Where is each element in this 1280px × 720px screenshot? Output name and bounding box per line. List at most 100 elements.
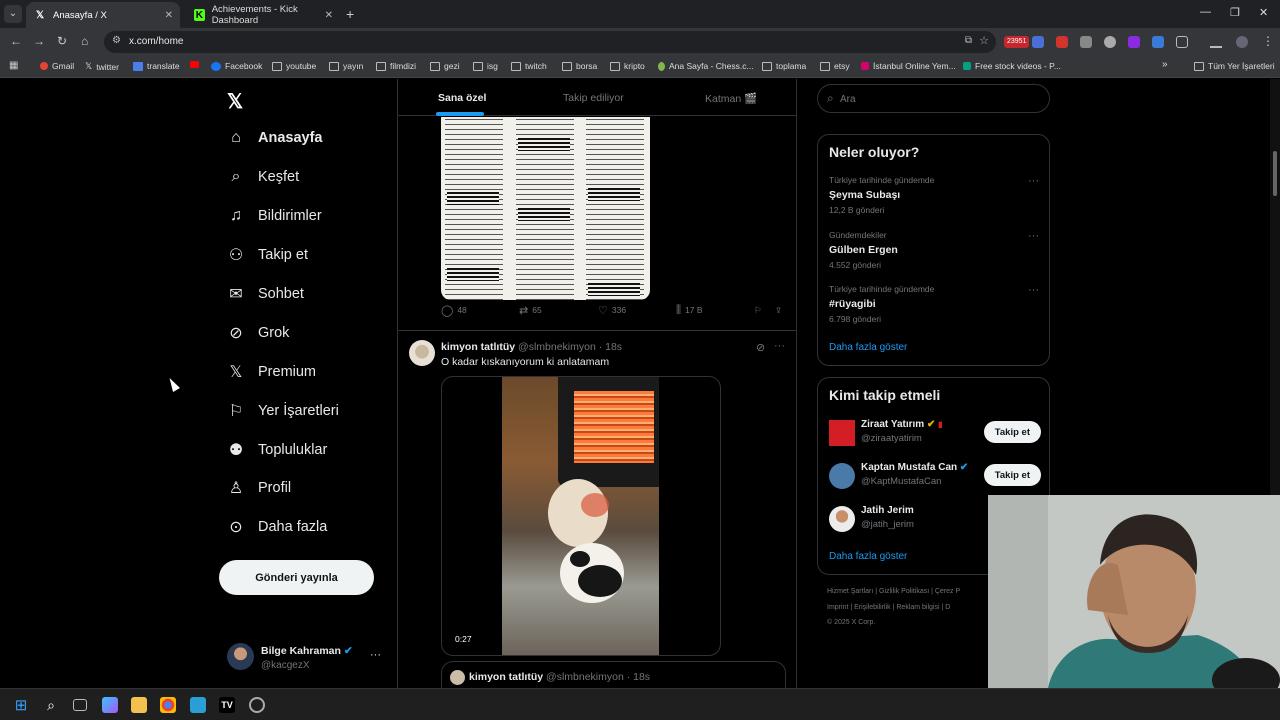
menu-kebab-icon[interactable]: ⋮: [1262, 34, 1274, 48]
footer-links[interactable]: Imprint | Erişilebilirlik | Reklam bilgi…: [827, 604, 950, 611]
back-icon[interactable]: ←: [10, 34, 22, 48]
avatar[interactable]: [409, 340, 435, 366]
star-icon[interactable]: ☆: [979, 34, 989, 47]
bookmark-tweet-icon[interactable]: ⚐: [754, 305, 762, 316]
media-control-icon[interactable]: [1210, 36, 1222, 48]
extension-icon[interactable]: [1128, 36, 1140, 48]
new-tab-button[interactable]: +: [346, 6, 354, 22]
sidebar-item-premium[interactable]: 𝕏 Premium: [226, 362, 316, 382]
close-tab-icon[interactable]: ✕: [325, 10, 333, 21]
reply-button[interactable]: ◯ 48: [441, 304, 467, 317]
footer-links[interactable]: Hizmet Şartları | Gizlilik Politikası | …: [827, 588, 960, 595]
bookmark-borsa[interactable]: borsa: [562, 61, 597, 71]
bookmark-isg[interactable]: isg: [473, 61, 498, 71]
trend-more-icon[interactable]: ···: [1028, 230, 1039, 242]
bookmark-twitch[interactable]: twitch: [511, 61, 547, 71]
taskbar-search-icon[interactable]: ⌕: [43, 697, 59, 713]
bookmark-gezi[interactable]: gezi: [430, 61, 460, 71]
omnibox[interactable]: ⚙ x.com/home ⧉ ☆: [104, 31, 996, 53]
reload-icon[interactable]: ↻: [57, 34, 67, 48]
tab-katman[interactable]: Katman 🎬: [705, 92, 757, 105]
sidebar-item-grok[interactable]: ⊘ Grok: [226, 323, 289, 343]
extensions-puzzle-icon[interactable]: [1176, 36, 1188, 48]
trend-more-icon[interactable]: ···: [1028, 284, 1039, 296]
tweet-author-handle[interactable]: @slmbnekimyon: [518, 341, 596, 353]
account-switcher[interactable]: Bilge Kahraman ✔ @kacgezX ···: [227, 643, 387, 673]
home-page-icon[interactable]: ⌂: [81, 34, 88, 48]
windows-start-icon[interactable]: ⊞: [13, 697, 29, 714]
tab-kick-dashboard[interactable]: K Achievements - Kick Dashboard ✕: [186, 2, 340, 28]
bookmark-etsy[interactable]: etsy: [820, 61, 850, 71]
sidebar-item-chat[interactable]: ✉ Sohbet: [226, 284, 304, 304]
bookmark-youtube[interactable]: youtube: [272, 61, 316, 71]
who-show-more[interactable]: Daha fazla göster: [829, 551, 907, 562]
close-window-button[interactable]: ✕: [1259, 6, 1268, 19]
obs-icon[interactable]: [249, 697, 265, 713]
sidebar-item-home[interactable]: ⌂ Anasayfa: [226, 128, 322, 148]
grok-icon[interactable]: ⊘: [756, 341, 765, 354]
sidebar-item-profile[interactable]: ♙ Profil: [226, 478, 291, 498]
bookmark-translate[interactable]: translate: [133, 61, 180, 71]
bookmark-yayin[interactable]: yayın: [329, 61, 363, 71]
minimize-button[interactable]: —: [1200, 6, 1211, 18]
file-explorer-icon[interactable]: [131, 697, 147, 713]
post-button[interactable]: Gönderi yayınla: [219, 560, 374, 595]
like-button[interactable]: ♡ 336: [598, 304, 626, 317]
sidebar-item-communities[interactable]: ⚉ Topluluklar: [226, 440, 328, 460]
quoted-tweet[interactable]: kimyon tatlıtüy @slmbnekimyon · 18s: [441, 661, 786, 688]
trend-item[interactable]: Gündemdekiler Gülben Ergen 4.552 gönderi…: [829, 230, 1039, 270]
taskbar-app-icon[interactable]: [190, 697, 206, 713]
extension-icon[interactable]: [1152, 36, 1164, 48]
tab-for-you[interactable]: Sana özel: [438, 92, 486, 104]
share-icon[interactable]: ⇪: [775, 305, 782, 316]
bookmark-facebook[interactable]: Facebook: [211, 61, 262, 71]
tab-x-home[interactable]: 𝕏 Anasayfa / X ✕: [26, 2, 180, 28]
tweet-time[interactable]: · 18s: [599, 341, 622, 353]
bookmarks-overflow-icon[interactable]: »: [1162, 59, 1168, 70]
tweet-video[interactable]: 0:27: [441, 376, 721, 656]
bookmark-chess[interactable]: Ana Sayfa - Chess.c...: [658, 61, 754, 71]
account-more-icon[interactable]: ···: [370, 649, 381, 661]
tweet-author-name[interactable]: kimyon tatlıtüy: [441, 341, 515, 353]
trends-show-more[interactable]: Daha fazla göster: [829, 342, 907, 353]
more-icon[interactable]: ···: [774, 340, 785, 352]
extension-translate-icon[interactable]: [1032, 36, 1044, 48]
tradingview-icon[interactable]: TV: [219, 697, 235, 713]
extension-adblock-icon[interactable]: [1056, 36, 1068, 48]
sidebar-item-explore[interactable]: ⌕ Keşfet: [226, 167, 300, 187]
suggestion-item[interactable]: Kaptan Mustafa Can ✔ @KaptMustafaCan Tak…: [829, 462, 1041, 494]
suggestion-item[interactable]: Ziraat Yatırım ✔ ▮ @ziraatyatirim Takip …: [829, 419, 1041, 451]
trend-more-icon[interactable]: ···: [1028, 175, 1039, 187]
bookmark-stock-videos[interactable]: Free stock videos - P...: [963, 61, 1061, 71]
tab-following[interactable]: Takip ediliyor: [563, 92, 624, 104]
retweet-button[interactable]: ⇄ 65: [519, 304, 542, 317]
sidebar-item-bookmarks[interactable]: ⚐ Yer İşaretleri: [226, 401, 339, 421]
site-info-icon[interactable]: ⚙: [112, 35, 121, 46]
tab-search-button[interactable]: ⌄: [4, 5, 22, 23]
x-logo-icon[interactable]: 𝕏: [227, 89, 243, 114]
follow-button[interactable]: Takip et: [983, 464, 1041, 486]
sidebar-item-notifications[interactable]: ♫ Bildirimler: [226, 206, 322, 226]
bookmark-youtube-red[interactable]: [190, 61, 203, 68]
bookmark-kripto[interactable]: kripto: [610, 61, 645, 71]
bookmark-toplama[interactable]: toplama: [762, 61, 806, 71]
extension-icon[interactable]: [1080, 36, 1092, 48]
profile-avatar-icon[interactable]: [1236, 36, 1248, 48]
sidebar-item-more[interactable]: ⊙ Daha fazla: [226, 517, 327, 537]
chrome-icon[interactable]: [160, 697, 176, 713]
sidebar-item-follow[interactable]: ⚇ Takip et: [226, 245, 308, 265]
follow-button[interactable]: Takip et: [983, 421, 1041, 443]
bookmark-yemeksepeti[interactable]: İstanbul Online Yem...: [861, 61, 956, 71]
copilot-icon[interactable]: [102, 697, 118, 713]
trend-item[interactable]: Türkiye tarihinde gündemde Şeyma Subaşı …: [829, 175, 1039, 215]
apps-grid-icon[interactable]: ▦: [9, 60, 18, 71]
extension-badge[interactable]: 23951: [1004, 36, 1030, 48]
maximize-button[interactable]: ❐: [1230, 6, 1240, 19]
all-bookmarks[interactable]: Tüm Yer İşaretleri: [1194, 61, 1275, 71]
bookmark-gmail[interactable]: Gmail: [40, 61, 74, 71]
tweet-image-newspaper[interactable]: [441, 117, 650, 300]
forward-icon[interactable]: →: [33, 34, 45, 48]
close-tab-icon[interactable]: ✕: [165, 10, 173, 21]
trend-item[interactable]: Türkiye tarihinde gündemde #rüyagibi 6.7…: [829, 284, 1039, 324]
bookmark-twitter[interactable]: 𝕏twitter: [85, 61, 119, 72]
